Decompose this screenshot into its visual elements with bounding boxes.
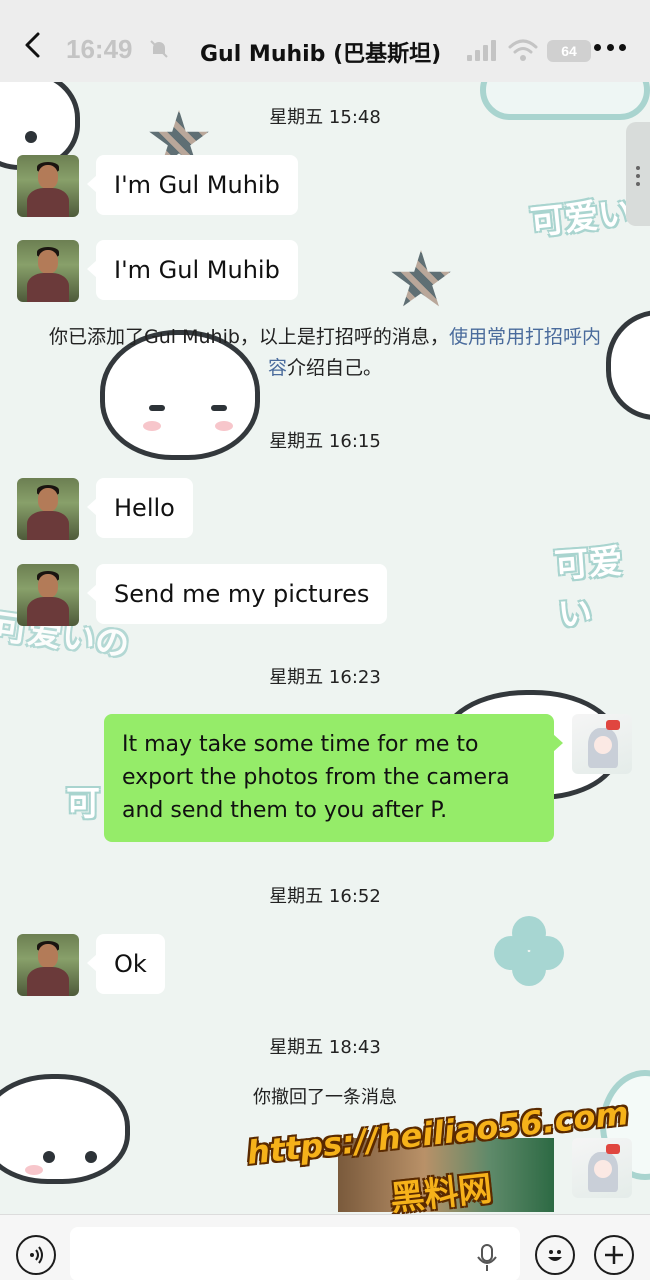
- system-note-text: 你已添加了Gul Muhib，以上是打招呼的消息，: [49, 326, 449, 348]
- back-arrow-icon: [25, 32, 40, 58]
- system-note-added-friend: 你已添加了Gul Muhib，以上是打招呼的消息，使用常用打招呼内容介绍自己。: [40, 322, 610, 384]
- side-drag-handle[interactable]: [626, 122, 650, 226]
- incoming-message-bubble[interactable]: I'm Gul Muhib: [87, 240, 298, 300]
- message-text-input[interactable]: [70, 1227, 520, 1280]
- back-button[interactable]: [18, 30, 48, 60]
- my-avatar[interactable]: [572, 1138, 632, 1198]
- message-input-bar: [0, 1214, 650, 1280]
- wifi-icon: [508, 39, 538, 61]
- voice-mode-button[interactable]: [16, 1235, 56, 1275]
- wallpaper-clover: [494, 916, 564, 986]
- status-bar-time: 16:49: [66, 34, 133, 64]
- wallpaper-doodle-text: 可爱い: [553, 541, 624, 636]
- message-timestamp: 星期五 18:43: [269, 1037, 381, 1058]
- emoji-button[interactable]: [535, 1235, 575, 1275]
- incoming-message-bubble[interactable]: Hello: [87, 478, 193, 538]
- incoming-message-bubble[interactable]: Ok: [87, 934, 165, 994]
- message-timestamp: 星期五 16:15: [269, 431, 381, 452]
- mic-icon[interactable]: [476, 1243, 498, 1273]
- signal-icon: [467, 40, 496, 61]
- chat-title: Gul Muhib (巴基斯坦): [200, 42, 442, 67]
- message-timestamp: 星期五 15:48: [269, 107, 381, 128]
- plus-icon: [605, 1246, 623, 1264]
- chat-header: 16:49 Gul Muhib (巴基斯坦) 64: [0, 0, 650, 82]
- contact-avatar[interactable]: [17, 240, 79, 302]
- system-note-text-suffix: 介绍自己。: [287, 357, 383, 379]
- contact-avatar[interactable]: [17, 934, 79, 996]
- wallpaper-cat: [606, 310, 650, 420]
- more-icon: [594, 44, 601, 51]
- more-functions-button[interactable]: [594, 1235, 634, 1275]
- battery-indicator: 64: [547, 40, 591, 62]
- wallpaper-doodle-text: 可爱い: [528, 192, 635, 244]
- message-timestamp: 星期五 16:52: [269, 886, 381, 907]
- wallpaper-star: [391, 250, 451, 307]
- mute-bell-icon: [150, 40, 168, 58]
- message-timestamp: 星期五 16:23: [269, 667, 381, 688]
- outgoing-message-bubble[interactable]: It may take some time for me to export t…: [104, 714, 563, 842]
- incoming-message-bubble[interactable]: I'm Gul Muhib: [87, 155, 298, 215]
- more-button[interactable]: [594, 44, 626, 56]
- contact-avatar[interactable]: [17, 564, 79, 626]
- contact-avatar[interactable]: [17, 155, 79, 217]
- emoji-icon: [548, 1250, 562, 1261]
- voice-icon: [30, 1246, 43, 1264]
- contact-avatar[interactable]: [17, 478, 79, 540]
- my-avatar[interactable]: [572, 714, 632, 774]
- wallpaper-doodle-text: 可: [66, 784, 100, 824]
- incoming-message-bubble[interactable]: Send me my pictures: [86, 564, 388, 624]
